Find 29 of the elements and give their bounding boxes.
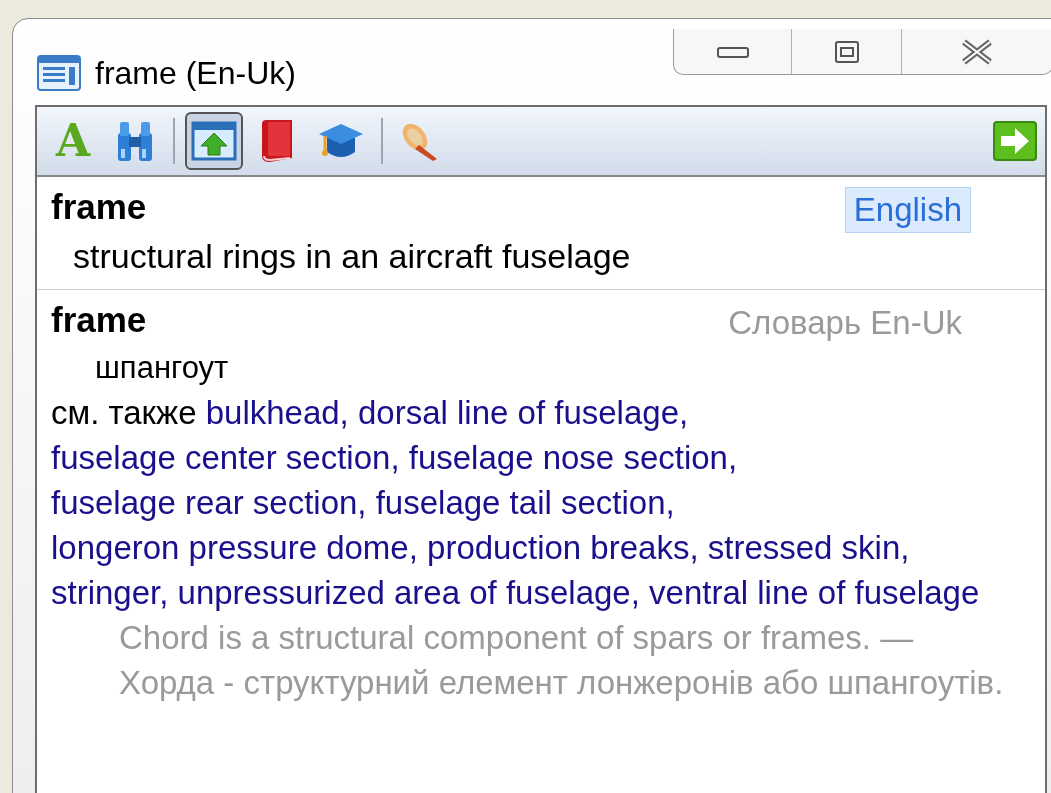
see-also-link[interactable]: fuselage rear section,	[51, 484, 367, 521]
see-also-link[interactable]: production breaks,	[427, 529, 699, 566]
see-also-link[interactable]: fuselage tail section,	[375, 484, 675, 521]
see-also-link[interactable]: fuselage nose section,	[408, 439, 738, 476]
toolbar-button[interactable]	[185, 112, 243, 170]
source-label: English	[844, 187, 971, 233]
see-also-link[interactable]: stringer,	[51, 574, 169, 611]
definition: structural rings in an aircraft fuselage	[72, 236, 632, 277]
window-app-icon	[37, 55, 81, 91]
window-title: frame (En-Uk)	[95, 54, 296, 93]
headword: frame	[51, 299, 147, 341]
see-also-link[interactable]: ventral line of fuselage	[649, 574, 980, 611]
see-also-link[interactable]: longeron pressure dome,	[51, 529, 418, 566]
example-sentence: Chord is a structural component of spars or frames. — Хорда - структурний елемент лонжеронів або шпангоутів.	[118, 618, 1005, 703]
see-also-link[interactable]: unpressurized area of fuselage,	[177, 574, 640, 611]
book-icon	[260, 118, 294, 164]
binoculars-icon	[115, 119, 155, 163]
see-also-link[interactable]: stressed skin,	[707, 529, 910, 566]
headword: frame	[51, 186, 147, 228]
see-also-link[interactable]: bulkhead,	[205, 394, 349, 431]
see-also-link[interactable]: dorsal line of fuselage,	[357, 394, 689, 431]
close-icon	[960, 38, 994, 65]
source-label: Словарь En-Uk	[727, 303, 963, 343]
see-also-list: см. также bulkhead, dorsal line of fuselage, fuselage center section, fuselage nose section, fuselage rear section, fuselage tail section, longeron pressure dome, production breaks, stressed skin, stringer, unpressurized area of fuselage, ventral line of fuselage	[51, 390, 1031, 615]
minimize-icon	[716, 44, 749, 59]
see-also-link[interactable]: fuselage center section,	[51, 439, 400, 476]
maximize-icon	[833, 39, 860, 64]
translation: шпангоут	[94, 349, 230, 387]
go-button[interactable]	[993, 121, 1037, 161]
